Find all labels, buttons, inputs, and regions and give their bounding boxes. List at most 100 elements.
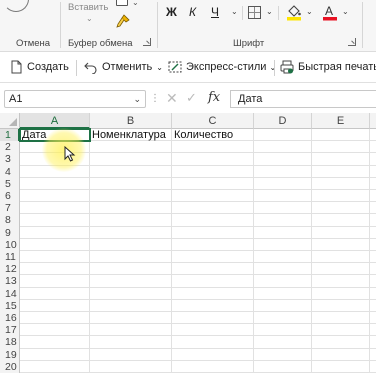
cell-e3[interactable] — [312, 153, 370, 166]
row-header-1[interactable]: 1 — [0, 129, 20, 142]
cell-d11[interactable] — [254, 251, 312, 264]
name-box-dropdown-icon[interactable]: ⌄ — [133, 91, 141, 107]
select-all-button[interactable] — [0, 113, 20, 129]
row-header-16[interactable]: 16 — [0, 312, 20, 325]
cell-f17[interactable] — [370, 324, 376, 337]
font-color-dropdown-icon[interactable]: ⌄ — [342, 7, 349, 16]
cell-e13[interactable] — [312, 275, 370, 288]
font-color-icon[interactable]: А — [322, 3, 338, 21]
row-header-11[interactable]: 11 — [0, 251, 20, 264]
cell-d6[interactable] — [254, 190, 312, 203]
confirm-entry-icon[interactable]: ✓ — [186, 90, 197, 106]
row-header-18[interactable]: 18 — [0, 336, 20, 349]
cell-b4[interactable] — [90, 165, 172, 178]
column-header-a[interactable]: A — [20, 113, 90, 129]
column-header-c[interactable]: C — [172, 113, 254, 129]
font-launcher-icon[interactable] — [348, 38, 356, 46]
cell-a2[interactable] — [20, 141, 90, 154]
cell-c20[interactable] — [172, 360, 254, 373]
cell-b7[interactable] — [90, 202, 172, 215]
row-header-5[interactable]: 5 — [0, 177, 20, 190]
cell-b5[interactable] — [90, 177, 172, 190]
cell-d14[interactable] — [254, 287, 312, 300]
cell-a5[interactable] — [20, 177, 90, 190]
cell-c5[interactable] — [172, 177, 254, 190]
underline-dropdown-icon[interactable]: ⌄ — [231, 7, 238, 16]
cell-b11[interactable] — [90, 251, 172, 264]
cell-f3[interactable] — [370, 153, 376, 166]
underline-button[interactable]: Ч — [211, 5, 219, 19]
cancel-entry-icon[interactable]: ✕ — [166, 90, 178, 107]
row-header-20[interactable]: 20 — [0, 360, 20, 373]
cell-f12[interactable] — [370, 263, 376, 276]
cell-f11[interactable] — [370, 251, 376, 264]
cell-f20[interactable] — [370, 361, 376, 373]
copy-icon[interactable] — [116, 0, 128, 6]
cell-c18[interactable] — [172, 336, 254, 349]
cell-a4[interactable] — [20, 165, 90, 178]
name-box[interactable]: A1 ⌄ — [4, 90, 146, 108]
cell-b12[interactable] — [90, 263, 172, 276]
paste-dropdown-icon[interactable]: ⌄ — [86, 14, 93, 23]
bold-button[interactable]: Ж — [166, 5, 177, 19]
formula-input[interactable]: Дата — [230, 90, 376, 108]
row-header-19[interactable]: 19 — [0, 348, 20, 361]
cell-c3[interactable] — [172, 153, 254, 166]
cell-e4[interactable] — [312, 165, 370, 178]
cell-e1[interactable] — [312, 129, 370, 142]
formula-bar-grip-icon[interactable]: ⋮ — [150, 93, 160, 104]
cell-f10[interactable] — [370, 239, 376, 251]
column-header-b[interactable]: B — [90, 113, 172, 129]
cell-e15[interactable] — [312, 299, 370, 312]
cell-b15[interactable] — [90, 299, 172, 312]
cell-a14[interactable] — [20, 287, 90, 300]
cell-b9[interactable] — [90, 226, 172, 239]
cell-e12[interactable] — [312, 263, 370, 276]
cell-f6[interactable] — [370, 190, 376, 203]
cell-a20[interactable] — [20, 360, 90, 373]
cell-a15[interactable] — [20, 299, 90, 312]
cell-f4[interactable] — [370, 166, 376, 178]
cell-b6[interactable] — [90, 190, 172, 203]
cell-c10[interactable] — [172, 238, 254, 251]
cell-b1[interactable]: Номенклатура — [90, 129, 172, 142]
row-header-13[interactable]: 13 — [0, 275, 20, 288]
cell-b14[interactable] — [90, 287, 172, 300]
cell-e6[interactable] — [312, 190, 370, 203]
cell-b8[interactable] — [90, 214, 172, 227]
cell-c8[interactable] — [172, 214, 254, 227]
row-header-6[interactable]: 6 — [0, 190, 20, 203]
cell-a19[interactable] — [20, 348, 90, 361]
cell-f5[interactable] — [370, 178, 376, 190]
cell-c14[interactable] — [172, 287, 254, 300]
cell-b13[interactable] — [90, 275, 172, 288]
paste-button-label[interactable]: Вставить — [68, 2, 108, 13]
express-styles-dropdown-icon[interactable]: ⌄ — [269, 63, 276, 72]
cell-e18[interactable] — [312, 336, 370, 349]
cell-c1[interactable]: Количество — [172, 129, 254, 142]
cell-f9[interactable] — [370, 227, 376, 239]
cell-d2[interactable] — [254, 141, 312, 154]
cell-f2[interactable] — [370, 141, 376, 154]
cell-c15[interactable] — [172, 299, 254, 312]
fill-color-icon[interactable] — [286, 3, 302, 21]
cell-e7[interactable] — [312, 202, 370, 215]
cell-f1[interactable] — [370, 129, 376, 142]
cell-e11[interactable] — [312, 251, 370, 264]
row-header-4[interactable]: 4 — [0, 165, 20, 178]
cell-d5[interactable] — [254, 177, 312, 190]
cell-b3[interactable] — [90, 153, 172, 166]
cell-a1[interactable]: Дата — [19, 127, 91, 143]
cell-c9[interactable] — [172, 226, 254, 239]
row-header-8[interactable]: 8 — [0, 214, 20, 227]
cell-d19[interactable] — [254, 348, 312, 361]
cell-e20[interactable] — [312, 360, 370, 373]
cell-a9[interactable] — [20, 226, 90, 239]
cell-d18[interactable] — [254, 336, 312, 349]
cell-d1[interactable] — [254, 129, 312, 142]
cell-c6[interactable] — [172, 190, 254, 203]
cell-c16[interactable] — [172, 312, 254, 325]
cell-a16[interactable] — [20, 312, 90, 325]
cell-a6[interactable] — [20, 190, 90, 203]
borders-dropdown-icon[interactable]: ⌄ — [266, 7, 273, 16]
